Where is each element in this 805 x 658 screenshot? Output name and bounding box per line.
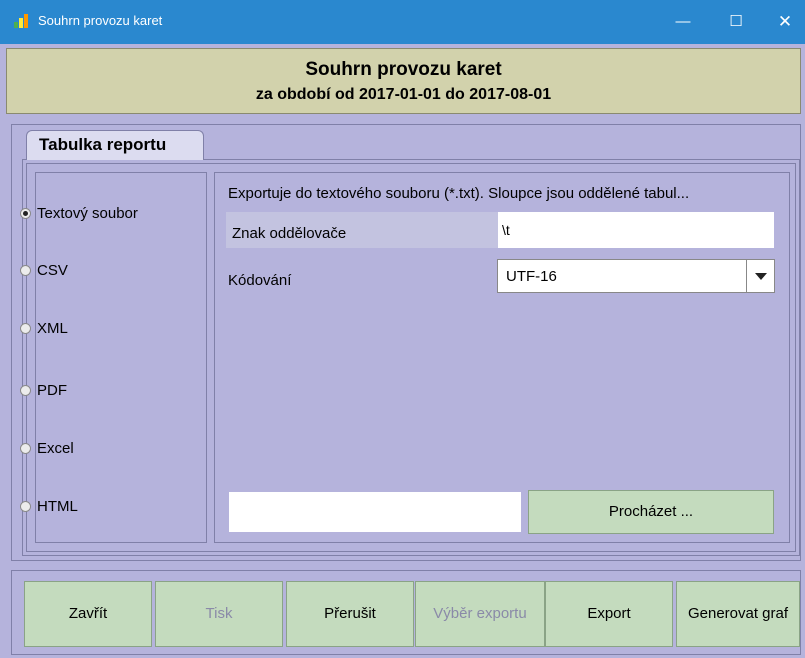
radio-label: Textový soubor [37,205,138,222]
radio-html[interactable]: HTML [20,498,78,515]
abort-button[interactable]: Přerušit [286,581,414,647]
minimize-button[interactable]: — [660,0,706,44]
separator-input[interactable] [498,212,774,248]
radio-csv[interactable]: CSV [20,262,68,279]
separator-label: Znak oddělovače [232,225,347,242]
export-select-button[interactable]: Výběr exportu [415,581,545,647]
radio-icon [20,501,31,512]
maximize-button[interactable]: ☐ [713,0,759,44]
radio-label: CSV [37,262,68,279]
print-button[interactable]: Tisk [155,581,283,647]
close-window-button[interactable]: ✕ [762,0,805,44]
generate-chart-button[interactable]: Generovat graf [676,581,800,647]
radio-icon [20,265,31,276]
radio-label: HTML [37,498,78,515]
radio-xml[interactable]: XML [20,320,68,337]
encoding-label: Kódování [228,272,292,289]
radio-icon [20,443,31,454]
radio-label: XML [37,320,68,337]
encoding-value: UTF-16 [506,268,557,285]
export-button[interactable]: Export [545,581,673,647]
browse-button[interactable]: Procházet ... [528,490,774,534]
close-button[interactable]: Zavřít [24,581,152,647]
radio-pdf[interactable]: PDF [20,382,67,399]
radio-excel[interactable]: Excel [20,440,74,457]
report-title: Souhrn provozu karet [305,59,502,80]
title-bar[interactable]: Souhrn provozu karet — ☐ ✕ [0,0,805,44]
window-title: Souhrn provozu karet [38,13,163,28]
file-path-input[interactable] [229,492,521,532]
radio-text-file[interactable]: Textový soubor [20,205,138,222]
report-period: za období od 2017-01-01 do 2017-08-01 [255,86,552,103]
radio-icon [20,385,31,396]
export-format-list [35,172,207,543]
radio-icon [20,323,31,334]
radio-label: Excel [37,440,74,457]
export-description: Exportuje do textového souboru (*.txt). … [228,185,690,202]
app-chart-icon [14,14,30,28]
radio-label: PDF [37,382,67,399]
report-header: Souhrn provozu karet za období od 2017-0… [6,48,801,114]
radio-selected-icon [20,208,31,219]
tab-report-table[interactable]: Tabulka reportu [26,130,204,160]
chevron-down-icon[interactable] [746,260,774,292]
encoding-select[interactable]: UTF-16 [497,259,775,293]
